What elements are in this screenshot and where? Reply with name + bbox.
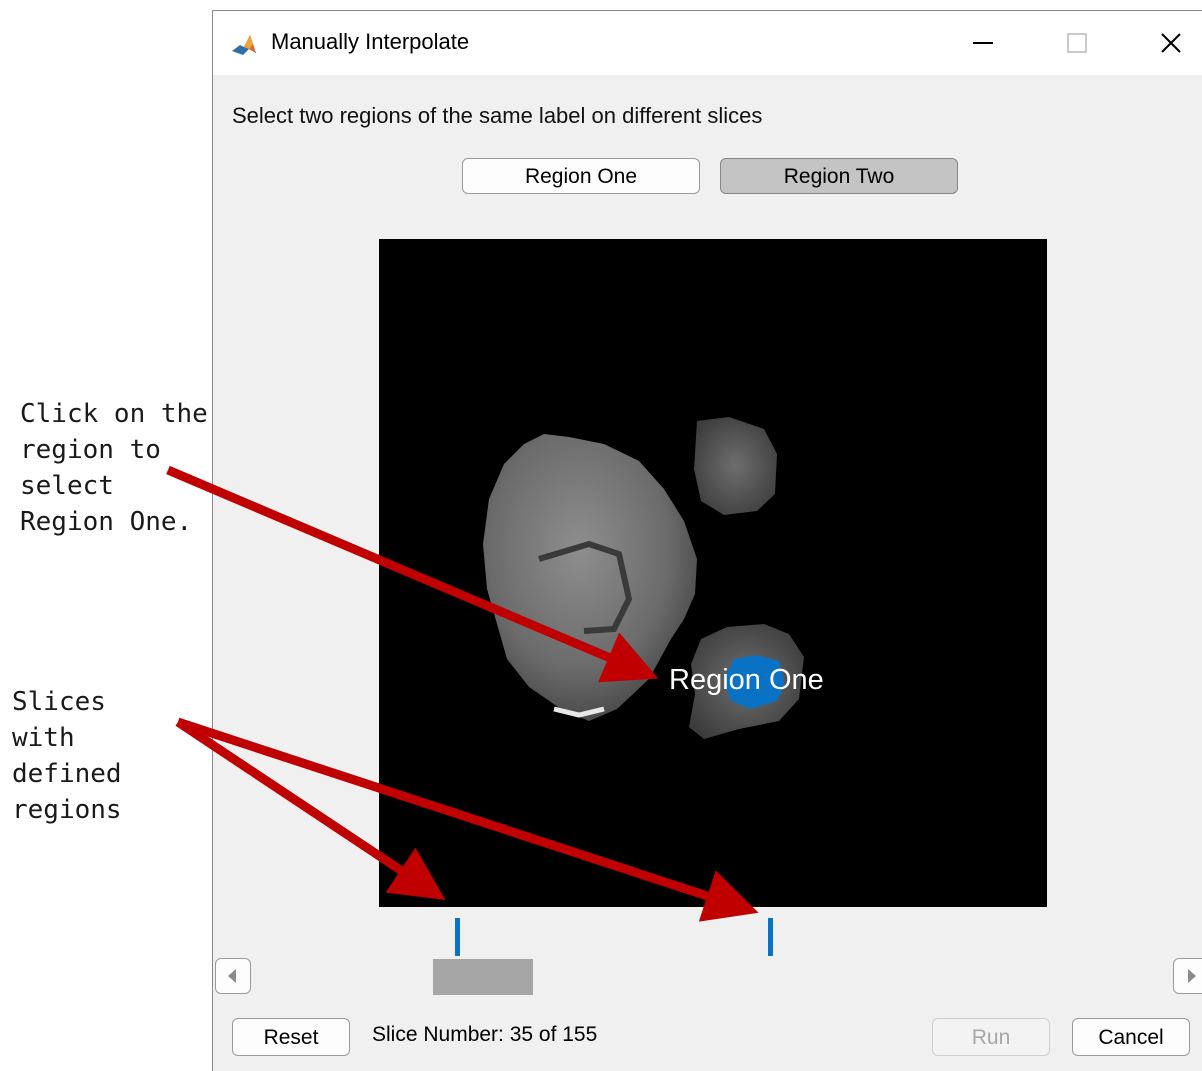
- region-one-label: Region One: [669, 664, 824, 696]
- title-bar[interactable]: Manually Interpolate: [213, 11, 1202, 75]
- annotation-line: Click on the: [20, 399, 208, 429]
- region-one-button[interactable]: Region One: [462, 158, 700, 194]
- close-icon[interactable]: [1153, 25, 1189, 61]
- annotation-slices-note: Slices with defined regions: [12, 684, 182, 828]
- region-two-button[interactable]: Region Two: [720, 158, 958, 194]
- reset-button[interactable]: Reset: [232, 1018, 350, 1056]
- matlab-logo-icon: [231, 33, 257, 57]
- slice-marker: [455, 918, 460, 956]
- instruction-text: Select two regions of the same label on …: [232, 103, 763, 128]
- annotation-click-note: Click on the region to select Region One…: [20, 396, 210, 540]
- dialog-window: Manually Interpolate Select two regions …: [212, 10, 1202, 1071]
- tissue-large: [483, 434, 697, 721]
- annotation-line: defined: [12, 759, 122, 789]
- slice-slider-thumb[interactable]: [433, 959, 533, 995]
- tissue-small-top: [694, 417, 777, 515]
- arrow-left-icon[interactable]: [215, 958, 251, 994]
- slice-marker: [768, 918, 773, 956]
- annotation-line: Region One.: [20, 507, 193, 537]
- minimize-icon[interactable]: [965, 25, 1001, 61]
- slice-image-viewer[interactable]: Region One: [379, 239, 1047, 907]
- cancel-button[interactable]: Cancel: [1072, 1018, 1190, 1056]
- slice-number-text: Slice Number: 35 of 155: [372, 1023, 598, 1046]
- maximize-icon[interactable]: [1059, 25, 1095, 61]
- annotation-line: regions: [12, 795, 122, 825]
- window-title: Manually Interpolate: [271, 29, 470, 54]
- arrow-right-icon[interactable]: [1173, 958, 1202, 994]
- run-button[interactable]: Run: [932, 1018, 1050, 1056]
- annotation-line: select: [20, 471, 114, 501]
- annotation-line: Slices with: [12, 687, 106, 753]
- annotation-line: region to: [20, 435, 161, 465]
